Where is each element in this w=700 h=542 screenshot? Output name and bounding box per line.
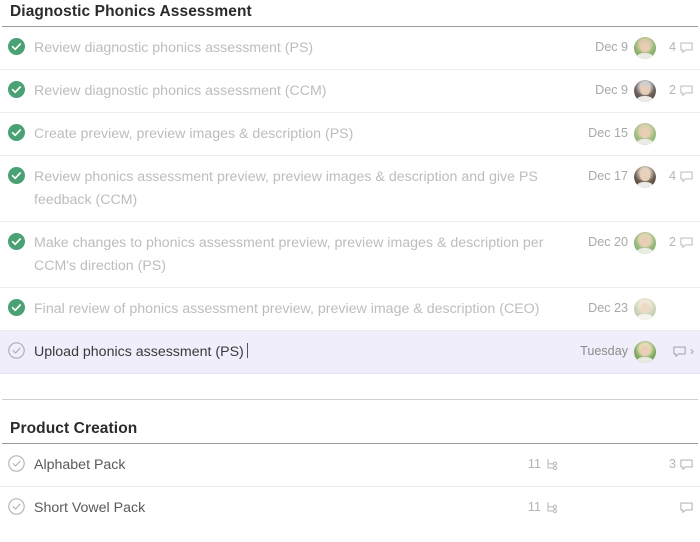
assignee-avatar[interactable] [634, 79, 656, 102]
due-date[interactable]: Tuesday [580, 341, 628, 362]
subtask-count: 11 [527, 500, 541, 514]
due-date[interactable]: Dec 15 [588, 123, 628, 144]
comment-indicator[interactable]: 3 [668, 454, 694, 475]
task-row[interactable]: Short Vowel Pack 11 [0, 487, 700, 530]
assignee-avatar[interactable] [634, 122, 656, 145]
due-date[interactable]: Dec 23 [588, 298, 628, 319]
task-title: Review phonics assessment preview, previ… [34, 169, 538, 208]
task-row-selected[interactable]: Upload phonics assessment (PS) Tuesday › [0, 331, 700, 374]
task-meta: Tuesday › [580, 340, 694, 363]
check-circle-outline-icon[interactable] [8, 455, 25, 472]
task-title: Make changes to phonics assessment previ… [34, 235, 544, 274]
task-row[interactable]: Make changes to phonics assessment previ… [0, 222, 700, 288]
section-header-diagnostic-phonics-assessment: Diagnostic Phonics Assessment [2, 0, 698, 27]
comment-bubble-icon [680, 237, 693, 248]
assignee-avatar[interactable] [634, 340, 656, 363]
check-circle-outline-icon[interactable] [8, 342, 25, 359]
task-row[interactable]: Review diagnostic phonics assessment (PS… [0, 27, 700, 70]
comment-indicator[interactable]: › [668, 344, 694, 359]
section-header-product-creation: Product Creation [2, 417, 698, 444]
comment-count: 2 [668, 235, 676, 249]
comment-indicator[interactable]: 2 [668, 232, 694, 253]
task-row[interactable]: Review phonics assessment preview, previ… [0, 156, 700, 222]
comment-bubble-icon [680, 42, 693, 53]
subtask-branch-icon [547, 458, 558, 471]
task-title: Final review of phonics assessment previ… [34, 301, 540, 317]
check-circle-filled-icon[interactable] [8, 299, 25, 316]
section-title: Diagnostic Phonics Assessment [10, 3, 252, 20]
subtask-branch-icon [547, 501, 558, 514]
comment-bubble-icon [680, 502, 693, 513]
comment-count: 4 [668, 169, 676, 183]
chevron-right-icon[interactable]: › [690, 344, 694, 359]
comment-count: 3 [668, 457, 676, 471]
comment-bubble-icon [673, 346, 686, 357]
assignee-avatar[interactable] [634, 165, 656, 188]
comment-indicator[interactable] [668, 500, 694, 515]
check-circle-outline-icon[interactable] [8, 498, 25, 515]
comment-count: 2 [668, 83, 676, 97]
task-meta: 11 [528, 497, 694, 518]
check-circle-filled-icon[interactable] [8, 124, 25, 141]
comment-indicator[interactable]: 4 [668, 37, 694, 58]
task-meta: Dec 23 [588, 297, 694, 320]
task-title: Short Vowel Pack [34, 500, 146, 516]
comment-bubble-icon [680, 85, 693, 96]
check-circle-filled-icon[interactable] [8, 233, 25, 250]
task-row[interactable]: Final review of phonics assessment previ… [0, 288, 700, 331]
due-date[interactable]: Dec 9 [595, 80, 628, 101]
subtask-indicator[interactable]: 11 [528, 454, 560, 475]
check-circle-filled-icon[interactable] [8, 81, 25, 98]
task-title[interactable]: Upload phonics assessment (PS) [34, 341, 578, 364]
text-caret [246, 343, 248, 358]
comment-indicator[interactable]: 2 [668, 80, 694, 101]
task-board: Diagnostic Phonics Assessment Review dia… [0, 0, 700, 530]
task-meta: Dec 15 [588, 122, 694, 145]
task-meta: Dec 9 2 [595, 79, 694, 102]
task-row[interactable]: Review diagnostic phonics assessment (CC… [0, 70, 700, 113]
due-date[interactable]: Dec 17 [588, 166, 628, 187]
task-title: Create preview, preview images & descrip… [34, 126, 354, 142]
task-title: Review diagnostic phonics assessment (PS… [34, 40, 314, 56]
comment-bubble-icon [680, 459, 693, 470]
task-meta: Dec 20 2 [588, 231, 694, 254]
section-spacer-lower [0, 400, 700, 417]
check-circle-filled-icon[interactable] [8, 38, 25, 55]
due-date[interactable]: Dec 20 [588, 232, 628, 253]
check-circle-filled-icon[interactable] [8, 167, 25, 184]
task-row[interactable]: Alphabet Pack 11 3 [0, 444, 700, 487]
task-title: Alphabet Pack [34, 457, 126, 473]
task-meta: Dec 9 4 [595, 36, 694, 59]
task-meta: 11 3 [528, 454, 694, 475]
task-row[interactable]: Create preview, preview images & descrip… [0, 113, 700, 156]
subtask-indicator[interactable]: 11 [528, 497, 560, 518]
assignee-avatar[interactable] [634, 231, 656, 254]
comment-indicator[interactable]: 4 [668, 166, 694, 187]
comment-bubble-icon [680, 171, 693, 182]
task-title-text: Upload phonics assessment (PS) [34, 344, 244, 360]
subtask-count: 11 [527, 457, 541, 471]
section-title: Product Creation [10, 420, 138, 437]
assignee-avatar[interactable] [634, 36, 656, 59]
section-spacer [0, 374, 700, 399]
assignee-avatar[interactable] [634, 297, 656, 320]
task-title: Review diagnostic phonics assessment (CC… [34, 83, 327, 99]
task-meta: Dec 17 4 [588, 165, 694, 188]
comment-count: 4 [668, 40, 676, 54]
due-date[interactable]: Dec 9 [595, 37, 628, 58]
